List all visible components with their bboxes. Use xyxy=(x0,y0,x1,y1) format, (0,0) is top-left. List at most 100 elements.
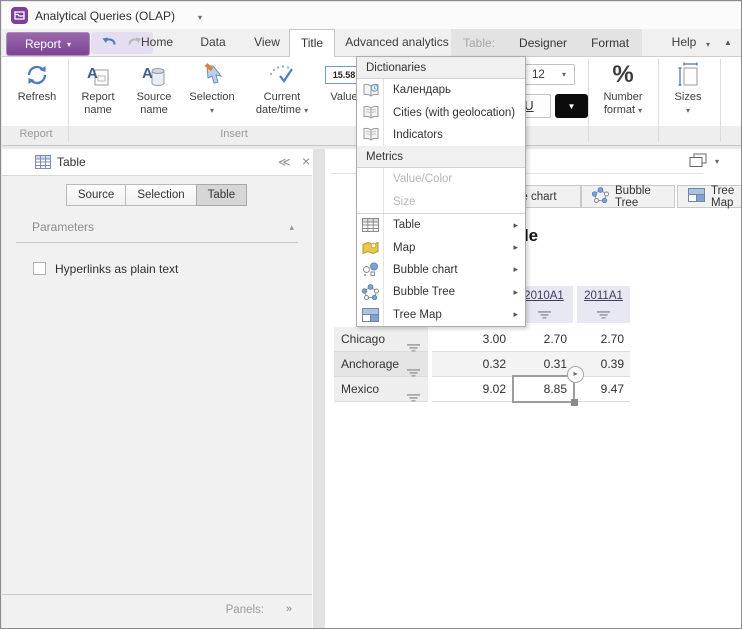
window-title: Analytical Queries (OLAP) xyxy=(35,9,175,23)
menu-item-tree-map[interactable]: Tree Map ▸ xyxy=(357,304,525,326)
insert-dropdown-menu: Dictionaries Календарь Cities (with geol… xyxy=(356,56,526,327)
group-caption-insert: Insert xyxy=(69,128,399,140)
current-datetime-button[interactable]: Current date/time ▾ xyxy=(246,59,318,125)
menu-section-dictionaries: Dictionaries xyxy=(357,57,525,79)
column-header-link[interactable]: 2010A1 xyxy=(524,290,564,302)
column-header-link[interactable]: 2011A1 xyxy=(584,290,623,302)
data-cell[interactable]: 0.31 xyxy=(510,352,567,377)
cascade-windows-icon[interactable] xyxy=(689,153,707,173)
help-dropdown-icon[interactable]: ▾ xyxy=(706,40,710,49)
menu-item-cities[interactable]: Cities (with geolocation) xyxy=(357,101,525,123)
group-caption-report: Report xyxy=(4,128,68,140)
close-panel-icon[interactable]: × xyxy=(302,153,310,169)
chevron-down-icon: ▾ xyxy=(638,106,642,115)
filter-icon[interactable] xyxy=(597,306,610,324)
collapse-ribbon-icon[interactable]: ▲ xyxy=(724,38,732,47)
data-cell[interactable]: 2.70 xyxy=(570,327,624,352)
window-options-dropdown-icon[interactable]: ▾ xyxy=(715,157,719,166)
hyperlinks-checkbox[interactable] xyxy=(33,262,46,275)
table-row: Anchorage 0.32 0.31 0.39 xyxy=(325,352,742,377)
menu-item-bubble-tree[interactable]: Bubble Tree ▸ xyxy=(357,281,525,303)
chevron-down-icon: ▾ xyxy=(210,104,214,117)
treemap-icon xyxy=(688,188,705,205)
cell-drag-handle[interactable] xyxy=(571,399,578,406)
chevron-down-icon: ▾ xyxy=(304,106,308,115)
data-cell[interactable]: 3.00 xyxy=(434,327,506,352)
menu-item-table[interactable]: Table ▸ xyxy=(357,214,525,236)
panels-expand-icon[interactable]: » xyxy=(286,603,292,615)
filter-icon[interactable] xyxy=(538,306,551,324)
hyperlinks-checkbox-label: Hyperlinks as plain text xyxy=(55,262,178,276)
title-bar: Analytical Queries (OLAP) ▾ xyxy=(2,2,742,30)
parameters-section-header[interactable]: Parameters xyxy=(32,220,94,234)
panel-splitter[interactable] xyxy=(312,149,325,629)
cell-action-handle[interactable]: ▸ xyxy=(567,366,584,383)
selection-button[interactable]: Selection ▾ xyxy=(184,59,240,125)
view-tab-tree-map[interactable]: Tree Map xyxy=(677,185,742,208)
tab-home[interactable]: Home xyxy=(130,29,184,56)
row-label-cell[interactable]: Anchorage xyxy=(334,352,428,377)
source-name-icon: A xyxy=(141,59,167,91)
undo-button[interactable] xyxy=(100,33,118,53)
current-datetime-icon xyxy=(268,59,296,91)
menu-item-bubble-chart[interactable]: Bubble chart ▸ xyxy=(357,259,525,281)
tab-title-active[interactable]: Title xyxy=(289,29,335,57)
panels-label: Panels: xyxy=(226,604,264,616)
tab-designer[interactable]: Designer xyxy=(519,36,567,50)
book-icon xyxy=(357,127,384,142)
tab-advanced-analytics[interactable]: Advanced analytics xyxy=(338,29,456,56)
view-tab-bubble-tree[interactable]: Bubble Tree xyxy=(581,185,675,208)
chevron-down-icon: ▾ xyxy=(686,104,690,117)
refresh-icon xyxy=(24,59,50,91)
panel-tab-selection[interactable]: Selection xyxy=(125,184,196,206)
data-cell[interactable]: 9.02 xyxy=(434,377,506,402)
application-window: Analytical Queries (OLAP) ▾ Report▾ Home… xyxy=(0,0,742,629)
table-row: Chicago 3.00 2.70 2.70 xyxy=(325,327,742,352)
left-panel-header: Table ≪ × xyxy=(2,149,312,176)
source-name-button[interactable]: A Source name xyxy=(128,59,180,125)
number-format-button[interactable]: % Number format ▾ xyxy=(592,59,654,125)
column-header-2011A1: 2011A1 xyxy=(577,286,630,323)
filter-icon[interactable] xyxy=(407,386,420,410)
context-group-label: Table: xyxy=(463,36,495,50)
tab-format[interactable]: Format xyxy=(591,36,629,50)
panel-tab-source[interactable]: Source xyxy=(66,184,126,206)
panel-tab-table[interactable]: Table xyxy=(196,184,248,206)
tab-view[interactable]: View xyxy=(242,29,292,56)
data-cell[interactable]: 0.32 xyxy=(434,352,506,377)
menu-item-calendar[interactable]: Календарь xyxy=(357,79,525,101)
contextual-tab-group: Table: Designer Format xyxy=(451,29,642,56)
report-name-button[interactable]: A Report name xyxy=(72,59,124,125)
report-menu-button[interactable]: Report▾ xyxy=(6,32,90,56)
row-label-cell[interactable]: Chicago xyxy=(334,327,428,352)
book-icon xyxy=(357,105,384,120)
data-cell[interactable]: 2.70 xyxy=(510,327,567,352)
font-color-button[interactable]: ▼ xyxy=(555,94,588,118)
selection-icon xyxy=(199,59,225,91)
report-name-icon: A xyxy=(85,59,111,91)
selected-cell-outline xyxy=(512,375,575,403)
menu-item-size: Size xyxy=(357,191,525,213)
treemap-icon xyxy=(357,308,384,322)
collapse-panel-icon[interactable]: ≪ xyxy=(278,155,291,169)
tab-data[interactable]: Data xyxy=(188,29,238,56)
refresh-button[interactable]: Refresh xyxy=(8,59,66,125)
submenu-arrow-icon: ▸ xyxy=(513,220,518,231)
svg-text:A: A xyxy=(87,65,98,82)
chevron-down-icon: ▾ xyxy=(562,70,566,79)
menu-item-indicators[interactable]: Indicators xyxy=(357,124,525,146)
row-label-cell[interactable]: Mexico xyxy=(334,377,428,402)
bubble-tree-icon xyxy=(357,284,384,300)
menu-item-map[interactable]: Map ▸ xyxy=(357,236,525,258)
window-title-dropdown-icon[interactable]: ▾ xyxy=(198,13,202,22)
app-icon xyxy=(11,7,28,24)
sizes-button[interactable]: Sizes ▾ xyxy=(660,59,716,125)
tab-help[interactable]: Help xyxy=(662,29,706,56)
collapse-section-icon[interactable]: ▴ xyxy=(289,222,294,233)
submenu-arrow-icon: ▸ xyxy=(513,287,518,298)
panel-tab-group: Source Selection Table xyxy=(2,184,312,206)
bubble-tree-icon xyxy=(592,187,609,206)
submenu-arrow-icon: ▸ xyxy=(513,309,518,320)
table-icon xyxy=(357,218,384,232)
menu-section-metrics: Metrics xyxy=(357,146,525,168)
